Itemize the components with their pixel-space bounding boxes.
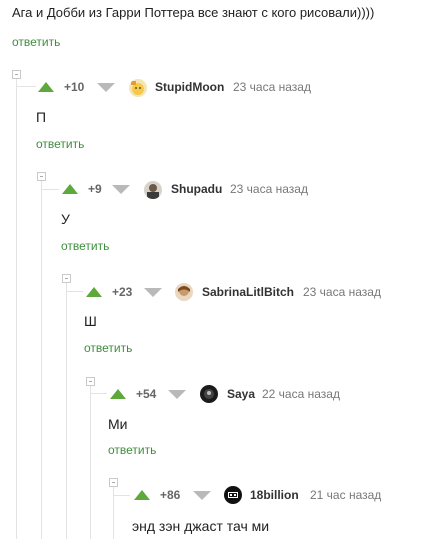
comment-time[interactable]: 22 часа назад: [262, 387, 340, 401]
comment-rating: +23: [112, 285, 133, 299]
comment-text: энд зэн джаст тач ми: [132, 518, 270, 534]
comment-text: У: [61, 211, 70, 227]
comment-text: Ми: [108, 416, 128, 432]
avatar-dark-icon[interactable]: [200, 385, 218, 403]
upvote-button[interactable]: [134, 490, 150, 500]
comment-rating: +10: [64, 80, 85, 94]
thread-line: [41, 180, 42, 539]
upvote-button[interactable]: [38, 82, 54, 92]
comment-time[interactable]: 21 час назад: [310, 488, 381, 502]
comment-username[interactable]: 18billion: [250, 488, 299, 502]
thread-branch: [41, 189, 59, 190]
downvote-button[interactable]: [193, 491, 211, 500]
thread-line: [113, 486, 114, 539]
comment-username[interactable]: Saya: [227, 387, 255, 401]
thread-branch: [113, 495, 130, 496]
downvote-button[interactable]: [97, 83, 115, 92]
thread-line: [66, 282, 67, 539]
avatar-photo-icon[interactable]: [144, 181, 162, 199]
comment-rating: +54: [136, 387, 157, 401]
upvote-button[interactable]: [86, 287, 102, 297]
downvote-button[interactable]: [144, 288, 162, 297]
reply-link[interactable]: ответить: [61, 239, 109, 253]
collapse-toggle[interactable]: [12, 70, 21, 79]
upvote-button[interactable]: [110, 389, 126, 399]
thread-branch: [90, 393, 107, 394]
avatar-cartoon-icon[interactable]: [129, 79, 147, 97]
reply-link[interactable]: ответить: [36, 137, 84, 151]
comment-time[interactable]: 23 часа назад: [303, 285, 381, 299]
comment-rating: +86: [160, 488, 181, 502]
thread-line: [16, 78, 17, 539]
collapse-toggle[interactable]: [109, 478, 118, 487]
downvote-button[interactable]: [168, 390, 186, 399]
comment-text: Ш: [84, 313, 97, 329]
reply-link[interactable]: ответить: [84, 341, 132, 355]
reply-link[interactable]: ответить: [12, 35, 60, 49]
thread-branch: [66, 291, 83, 292]
collapse-toggle[interactable]: [62, 274, 71, 283]
thread-branch: [16, 86, 36, 87]
comment-rating: +9: [88, 182, 102, 196]
collapse-toggle[interactable]: [37, 172, 46, 181]
comment-text: Ага и Добби из Гарри Поттера все знают с…: [12, 5, 375, 20]
comment-username[interactable]: Shupadu: [171, 182, 222, 196]
collapse-toggle[interactable]: [86, 377, 95, 386]
avatar-logo-icon[interactable]: [224, 486, 242, 504]
avatar-photo-icon[interactable]: [175, 283, 193, 301]
thread-line: [90, 385, 91, 539]
comment-username[interactable]: SabrinaLitlBitch: [202, 285, 294, 299]
reply-link[interactable]: ответить: [108, 443, 156, 457]
downvote-button[interactable]: [112, 185, 130, 194]
comment-time[interactable]: 23 часа назад: [233, 80, 311, 94]
comment-text: П: [36, 109, 47, 125]
upvote-button[interactable]: [62, 184, 78, 194]
comment-username[interactable]: StupidMoon: [155, 80, 224, 94]
comment-time[interactable]: 23 часа назад: [230, 182, 308, 196]
